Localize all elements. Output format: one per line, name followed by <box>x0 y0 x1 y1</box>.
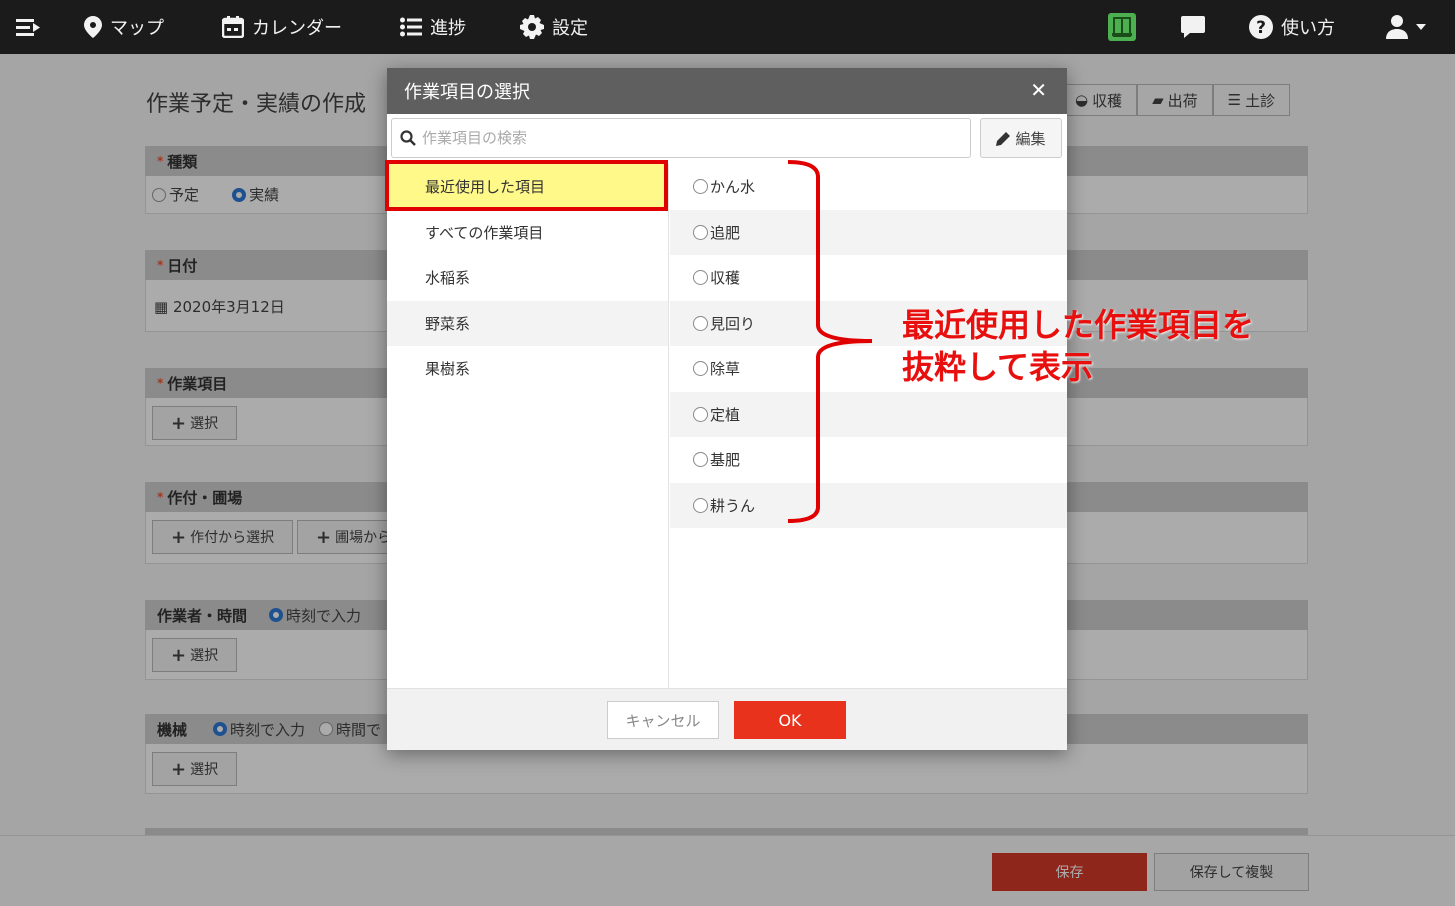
category-rice[interactable]: 水稲系 <box>387 255 668 301</box>
nav-progress-label: 進捗 <box>430 18 466 39</box>
task-option-label: 定植 <box>710 405 741 424</box>
search-box <box>391 118 971 158</box>
nav-help[interactable]: ? 使い方 <box>1249 0 1335 54</box>
annotation-line-2: 抜粋して表示 <box>902 348 1094 386</box>
modal-footer: キャンセル OK <box>387 688 1067 750</box>
task-option-label: 基肥 <box>710 451 741 470</box>
svg-text:?: ? <box>1256 18 1266 38</box>
nav-user-menu[interactable] <box>1386 0 1426 54</box>
radio-icon <box>693 406 708 422</box>
question-icon: ? <box>1249 15 1273 39</box>
nav-settings[interactable]: 設定 <box>520 0 588 54</box>
edit-button[interactable]: 編集 <box>980 118 1062 158</box>
user-icon <box>1386 15 1408 39</box>
modal-header: 作業項目の選択 ✕ <box>387 68 1067 114</box>
radio-icon <box>693 497 708 513</box>
top-nav-bar: マップ カレンダー 進捗 設定 ? 使い方 <box>0 0 1455 54</box>
modal-title: 作業項目の選択 <box>404 82 530 103</box>
pencil-icon <box>996 131 1011 146</box>
cancel-button[interactable]: キャンセル <box>607 701 719 739</box>
caret-down-icon <box>1416 24 1426 30</box>
menu-icon <box>16 19 40 36</box>
radio-icon <box>693 179 708 195</box>
map-pin-icon <box>84 16 102 38</box>
task-option-label: 除草 <box>710 360 741 379</box>
annotation-line-1: 最近使用した作業項目を <box>902 306 1255 344</box>
radio-icon <box>693 224 708 240</box>
task-option-label: 追肥 <box>710 223 741 242</box>
search-icon <box>400 130 416 146</box>
highlight-box <box>385 160 668 211</box>
nav-map-label: マップ <box>110 18 164 39</box>
category-all[interactable]: すべての作業項目 <box>387 210 668 256</box>
nav-map[interactable]: マップ <box>84 0 164 54</box>
task-option-label: 耕うん <box>710 496 756 515</box>
radio-icon <box>693 452 708 468</box>
close-icon[interactable]: ✕ <box>1030 78 1047 102</box>
list-icon <box>400 17 422 37</box>
calendar-icon <box>222 16 244 38</box>
category-vegetable[interactable]: 野菜系 <box>387 300 668 346</box>
nav-progress[interactable]: 進捗 <box>400 0 466 54</box>
gear-icon <box>520 15 544 39</box>
book-icon <box>1108 13 1136 41</box>
annotation-note: 最近使用した作業項目を 抜粋して表示 <box>902 304 1254 388</box>
task-option-label: 見回り <box>710 314 756 333</box>
nav-calendar[interactable]: カレンダー <box>222 0 342 54</box>
menu-toggle[interactable] <box>16 0 40 54</box>
task-option-label: かん水 <box>710 178 756 197</box>
chat-icon <box>1181 16 1205 38</box>
radio-icon <box>693 315 708 331</box>
ok-button[interactable]: OK <box>734 701 846 739</box>
nav-calendar-label: カレンダー <box>252 18 342 39</box>
nav-ledger[interactable] <box>1108 0 1136 54</box>
task-search-input[interactable] <box>422 129 952 147</box>
category-fruit[interactable]: 果樹系 <box>387 346 668 392</box>
radio-icon <box>693 270 708 286</box>
category-list: 最近使用した項目 すべての作業項目 水稲系 野菜系 果樹系 <box>387 164 669 688</box>
radio-icon <box>693 361 708 377</box>
nav-messages[interactable] <box>1181 0 1205 54</box>
task-option-label: 収穫 <box>710 269 741 288</box>
nav-help-label: 使い方 <box>1281 18 1335 39</box>
curly-brace <box>787 160 873 523</box>
nav-settings-label: 設定 <box>552 18 588 39</box>
edit-label: 編集 <box>1015 129 1046 148</box>
